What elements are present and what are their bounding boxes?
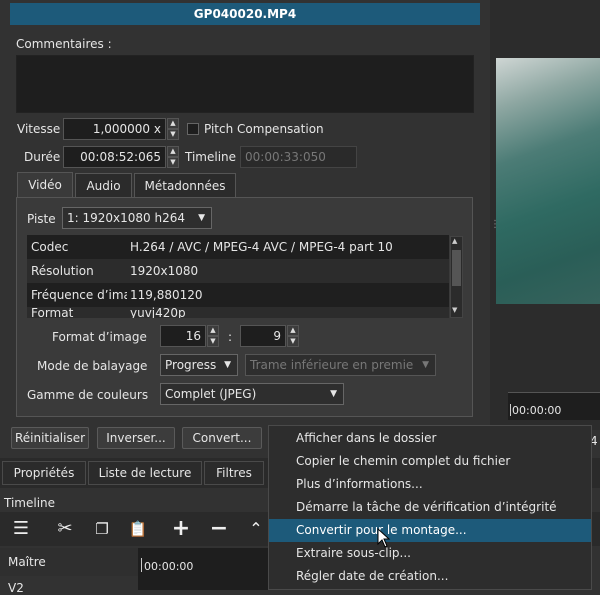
chevron-up-icon[interactable]: ▲ [287,325,299,336]
timeline-duration-field: 00:00:33:050 [240,146,357,168]
timeline-duration-label: Timeline [185,150,237,164]
reverse-button[interactable]: Inverser... [97,427,175,449]
cut-icon[interactable]: ✂ [54,518,76,540]
mouse-cursor-icon [377,528,391,548]
timeline-panel-title: Timeline [4,496,56,510]
color-range-value: Complet (JPEG) [165,387,257,401]
aspect-width-stepper[interactable]: ▲ ▼ [207,325,219,347]
paste-icon[interactable]: 📋 [127,518,149,540]
dropdown-arrow-icon: ▼ [198,213,205,223]
field-order-select: Trame inférieure en premie ▼ [245,354,436,376]
speed-label: Vitesse [17,122,61,136]
dropdown-arrow-icon: ▼ [330,389,337,399]
pitch-compensation-checkbox[interactable] [187,123,199,135]
copy-icon[interactable]: ❐ [91,518,113,540]
chevron-down-icon[interactable]: ▼ [167,129,179,140]
player-tick [510,404,511,416]
video-preview [496,58,600,304]
tab-filters[interactable]: Filtres [204,461,264,485]
dropdown-arrow-icon: ▼ [422,360,429,370]
pitch-compensation-label: Pitch Compensation [204,122,324,136]
append-icon[interactable]: + [170,518,192,540]
duration-stepper[interactable]: ▲ ▼ [167,146,179,168]
field-order-value: Trame inférieure en premie [250,358,414,372]
tab-properties[interactable]: Propriétés [2,461,86,485]
menu-item-more-info[interactable]: Plus d’informations... [269,473,591,496]
scan-mode-value: Progress [165,358,217,372]
chevron-up-icon[interactable]: ▲ [167,118,179,129]
aspect-separator: : [228,330,233,344]
speed-input[interactable]: 1,000000 x [63,118,166,140]
player-timecode: 00:00:00 [512,404,562,417]
menu-item-integrity-check[interactable]: Démarre la tâche de vérification d’intég… [269,496,591,519]
track-select-value: 1: 1920x1080 h264 [67,211,185,225]
aspect-height-input[interactable]: 9 [240,325,286,347]
menu-item-convert-for-editing[interactable]: Convertir pour le montage... [269,519,591,542]
timeline-timecode: 00:00:00 [144,560,194,573]
tab-video[interactable]: Vidéo [17,172,73,198]
aspect-height-stepper[interactable]: ▲ ▼ [287,325,299,347]
track-select[interactable]: 1: 1920x1080 h264 ▼ [62,207,212,229]
scroll-up-icon[interactable]: ▲ [452,237,457,245]
remove-icon[interactable]: − [208,518,230,540]
table-row: Format yuvj420p [27,307,449,318]
convert-button[interactable]: Convert... [182,427,262,449]
context-menu: Afficher dans le dossier Copier le chemi… [268,425,592,590]
clip-title: GP040020.MP4 [10,3,480,25]
table-row: Fréquence d’images 119,880120 [27,283,449,307]
ruler-tick [141,558,142,572]
reset-button[interactable]: Réinitialiser [11,427,89,449]
chevron-up-icon[interactable]: ▲ [207,325,219,336]
tab-metadata[interactable]: Métadonnées [134,173,236,199]
aspect-ratio-label: Format d’image [52,330,147,344]
tab-audio[interactable]: Audio [75,173,132,199]
menu-item-show-in-folder[interactable]: Afficher dans le dossier [269,427,591,450]
duration-label: Durée [24,150,61,164]
table-row: Résolution 1920x1080 [27,259,449,283]
comments-input[interactable] [16,55,474,113]
duration-input[interactable]: 00:08:52:065 [63,146,166,168]
track-v2-label: V2 [8,581,24,595]
tab-playlist[interactable]: Liste de lecture [88,461,202,485]
menu-item-extract-subclip[interactable]: Extraire sous-clip... [269,542,591,565]
comments-label: Commentaires : [16,37,112,51]
table-row: Codec H.264 / AVC / MPEG-4 AVC / MPEG-4 … [27,235,449,259]
color-range-select[interactable]: Complet (JPEG) ▼ [160,383,344,405]
speed-stepper[interactable]: ▲ ▼ [167,118,179,140]
color-range-label: Gamme de couleurs [27,388,149,402]
scroll-down-icon[interactable]: ▼ [452,306,457,314]
scan-mode-select[interactable]: Progress ▼ [160,354,238,376]
menu-item-set-creation-date[interactable]: Régler date de création... [269,565,591,588]
menu-icon[interactable]: ☰ [10,518,32,540]
track-label: Piste [27,212,56,226]
chevron-up-icon[interactable]: ▲ [167,146,179,157]
splitter-handle[interactable]: ⋮ [490,220,500,240]
aspect-width-input[interactable]: 16 [160,325,206,347]
chevron-down-icon[interactable]: ▼ [207,336,219,347]
scroll-thumb[interactable] [452,250,461,286]
lift-icon[interactable]: ⌃ [245,518,267,540]
dropdown-arrow-icon: ▼ [224,360,231,370]
scan-mode-label: Mode de balayage [37,359,148,373]
track-master-label: Maître [8,555,46,569]
menu-item-copy-full-path[interactable]: Copier le chemin complet du fichier [269,450,591,473]
table-clip: Format yuvj420p [27,307,449,318]
chevron-down-icon[interactable]: ▼ [167,157,179,168]
chevron-down-icon[interactable]: ▼ [287,336,299,347]
